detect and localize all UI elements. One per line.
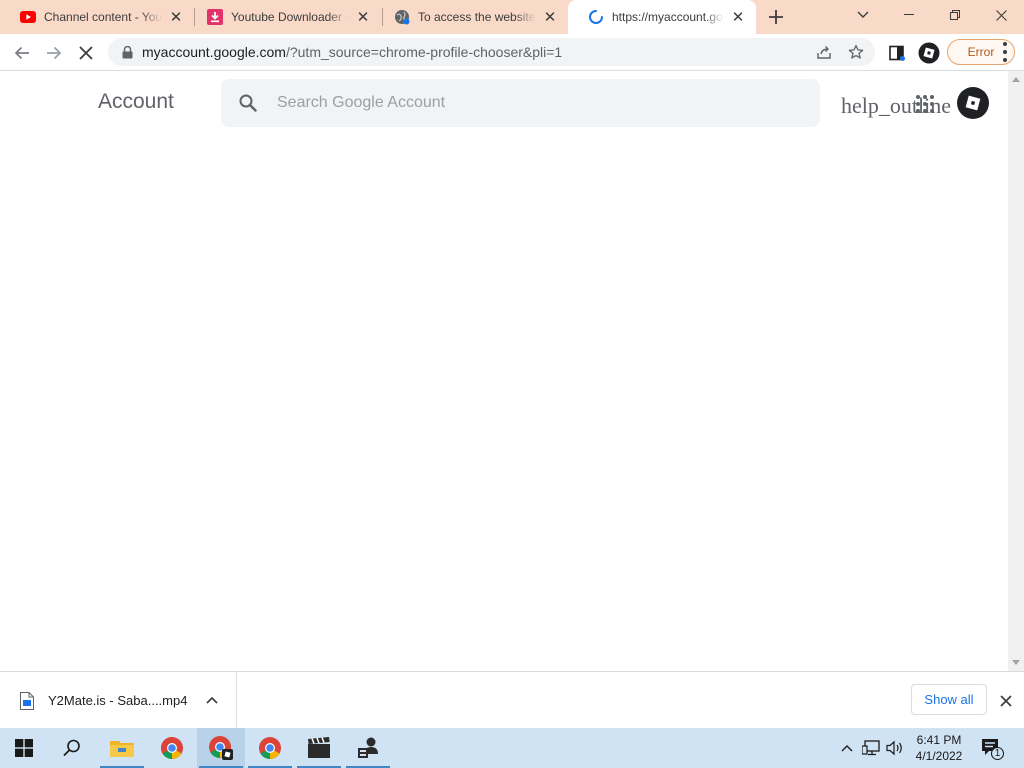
clock-date: 4/1/2022 — [915, 749, 963, 763]
minimize-button[interactable] — [886, 0, 932, 30]
apps-grid-icon[interactable] — [916, 95, 934, 113]
restore-icon — [950, 10, 960, 20]
close-tab-icon[interactable]: ✕ — [542, 9, 558, 26]
action-center-button[interactable]: 1 — [980, 736, 1005, 761]
people-icon — [358, 737, 378, 758]
help-outline-icon[interactable]: help_outline — [841, 93, 951, 119]
volume-button[interactable] — [884, 728, 906, 768]
chevron-down-icon — [857, 11, 869, 18]
scroll-down-icon[interactable] — [1012, 660, 1020, 665]
show-hidden-icons-button[interactable] — [838, 728, 856, 768]
profile-avatar-icon[interactable] — [918, 42, 940, 64]
error-label: Error — [967, 45, 995, 59]
network-icon — [862, 740, 880, 756]
url-host: myaccount.google.com — [142, 44, 286, 60]
bookmark-star-icon[interactable] — [848, 44, 864, 60]
tab-youtube-studio[interactable]: Channel content - YouTube Studio ✕ — [0, 0, 194, 34]
arrow-left-icon — [14, 46, 29, 60]
windows-taskbar: 6:41 PM 4/1/2022 1 — [0, 728, 1024, 768]
stop-icon — [79, 46, 93, 60]
clock-time: 6:41 PM — [916, 733, 962, 747]
lock-icon[interactable] — [120, 45, 134, 59]
close-window-button[interactable] — [978, 0, 1024, 30]
chrome-icon — [259, 737, 281, 759]
close-tab-icon[interactable]: ✕ — [730, 9, 746, 26]
side-panel-icon[interactable] — [886, 42, 908, 64]
video-editor-button[interactable] — [295, 728, 343, 768]
tab-title: To access the website data — [418, 10, 536, 24]
minimize-icon — [904, 14, 914, 15]
page-title[interactable]: Account — [98, 90, 174, 114]
windows-logo-icon — [15, 739, 33, 757]
forward-button[interactable] — [40, 39, 68, 67]
scroll-up-icon[interactable] — [1012, 77, 1020, 82]
taskbar-search-button[interactable] — [48, 728, 96, 768]
browser-toolbar: myaccount.google.com/?utm_source=chrome-… — [0, 34, 1024, 71]
url-text: myaccount.google.com/?utm_source=chrome-… — [142, 44, 562, 60]
download-icon — [207, 9, 223, 25]
new-tab-button[interactable] — [764, 5, 788, 29]
tab-youtube-downloader[interactable]: Youtube Downloader - Y2Mate ✕ — [187, 0, 381, 34]
people-app-button[interactable] — [344, 728, 392, 768]
tab-title: https://myaccount.google.com — [612, 10, 724, 24]
chevron-up-icon — [841, 745, 853, 752]
close-tab-icon[interactable]: ✕ — [168, 9, 184, 26]
download-file-name: Y2Mate.is - Saba....mp4 — [48, 693, 188, 708]
share-icon[interactable] — [816, 44, 832, 60]
tab-title: Youtube Downloader - Y2Mate — [231, 10, 349, 24]
network-button[interactable] — [860, 728, 882, 768]
youtube-icon — [20, 9, 36, 25]
account-search[interactable] — [221, 79, 820, 127]
taskbar-clock[interactable]: 6:41 PM 4/1/2022 — [906, 732, 972, 764]
file-explorer-button[interactable] — [98, 728, 146, 768]
globe-icon — [394, 9, 410, 25]
start-button[interactable] — [0, 728, 48, 768]
browser-menu-icon[interactable] — [1003, 42, 1007, 62]
volume-icon — [886, 740, 902, 756]
address-bar[interactable]: myaccount.google.com/?utm_source=chrome-… — [108, 38, 875, 66]
tab-access-website[interactable]: To access the website data ✕ — [374, 0, 568, 34]
search-icon[interactable] — [237, 92, 259, 114]
show-all-button[interactable]: Show all — [911, 684, 987, 715]
tab-myaccount[interactable]: https://myaccount.google.com ✕ — [568, 0, 756, 34]
plus-icon — [769, 10, 783, 24]
notification-count: 1 — [994, 748, 1001, 759]
tab-search-button[interactable] — [840, 0, 886, 30]
tab-strip: Channel content - YouTube Studio ✕ Youtu… — [0, 0, 1024, 34]
clapperboard-icon — [308, 737, 330, 758]
url-path: /?utm_source=chrome-profile-chooser&pli=… — [285, 44, 563, 60]
page-content: Account help_outline — [0, 71, 1008, 671]
folder-icon — [110, 741, 134, 757]
close-icon — [995, 9, 1007, 21]
close-shelf-icon[interactable] — [997, 692, 1015, 710]
loading-spinner-icon — [588, 9, 604, 25]
chrome-profile-icon — [209, 736, 233, 760]
stop-loading-button[interactable] — [72, 39, 100, 67]
download-item[interactable]: Y2Mate.is - Saba....mp4 — [0, 672, 237, 729]
account-avatar[interactable] — [957, 87, 989, 119]
chrome-button[interactable] — [148, 728, 196, 768]
download-shelf: Y2Mate.is - Saba....mp4 Show all — [0, 671, 1024, 729]
tab-title: Channel content - YouTube Studio — [44, 10, 162, 24]
roblox-logo-icon — [965, 95, 981, 111]
close-tab-icon[interactable]: ✕ — [355, 9, 371, 26]
back-button[interactable] — [8, 39, 36, 67]
search-icon — [63, 739, 80, 757]
chrome-profile-button[interactable] — [197, 728, 245, 768]
chevron-up-icon[interactable] — [204, 692, 220, 708]
file-icon — [20, 691, 34, 710]
restore-button[interactable] — [932, 0, 978, 30]
search-input[interactable] — [277, 94, 777, 112]
arrow-right-icon — [47, 46, 62, 60]
chrome-window-button[interactable] — [246, 728, 294, 768]
chrome-icon — [161, 737, 183, 759]
page-scrollbar[interactable] — [1008, 71, 1024, 671]
